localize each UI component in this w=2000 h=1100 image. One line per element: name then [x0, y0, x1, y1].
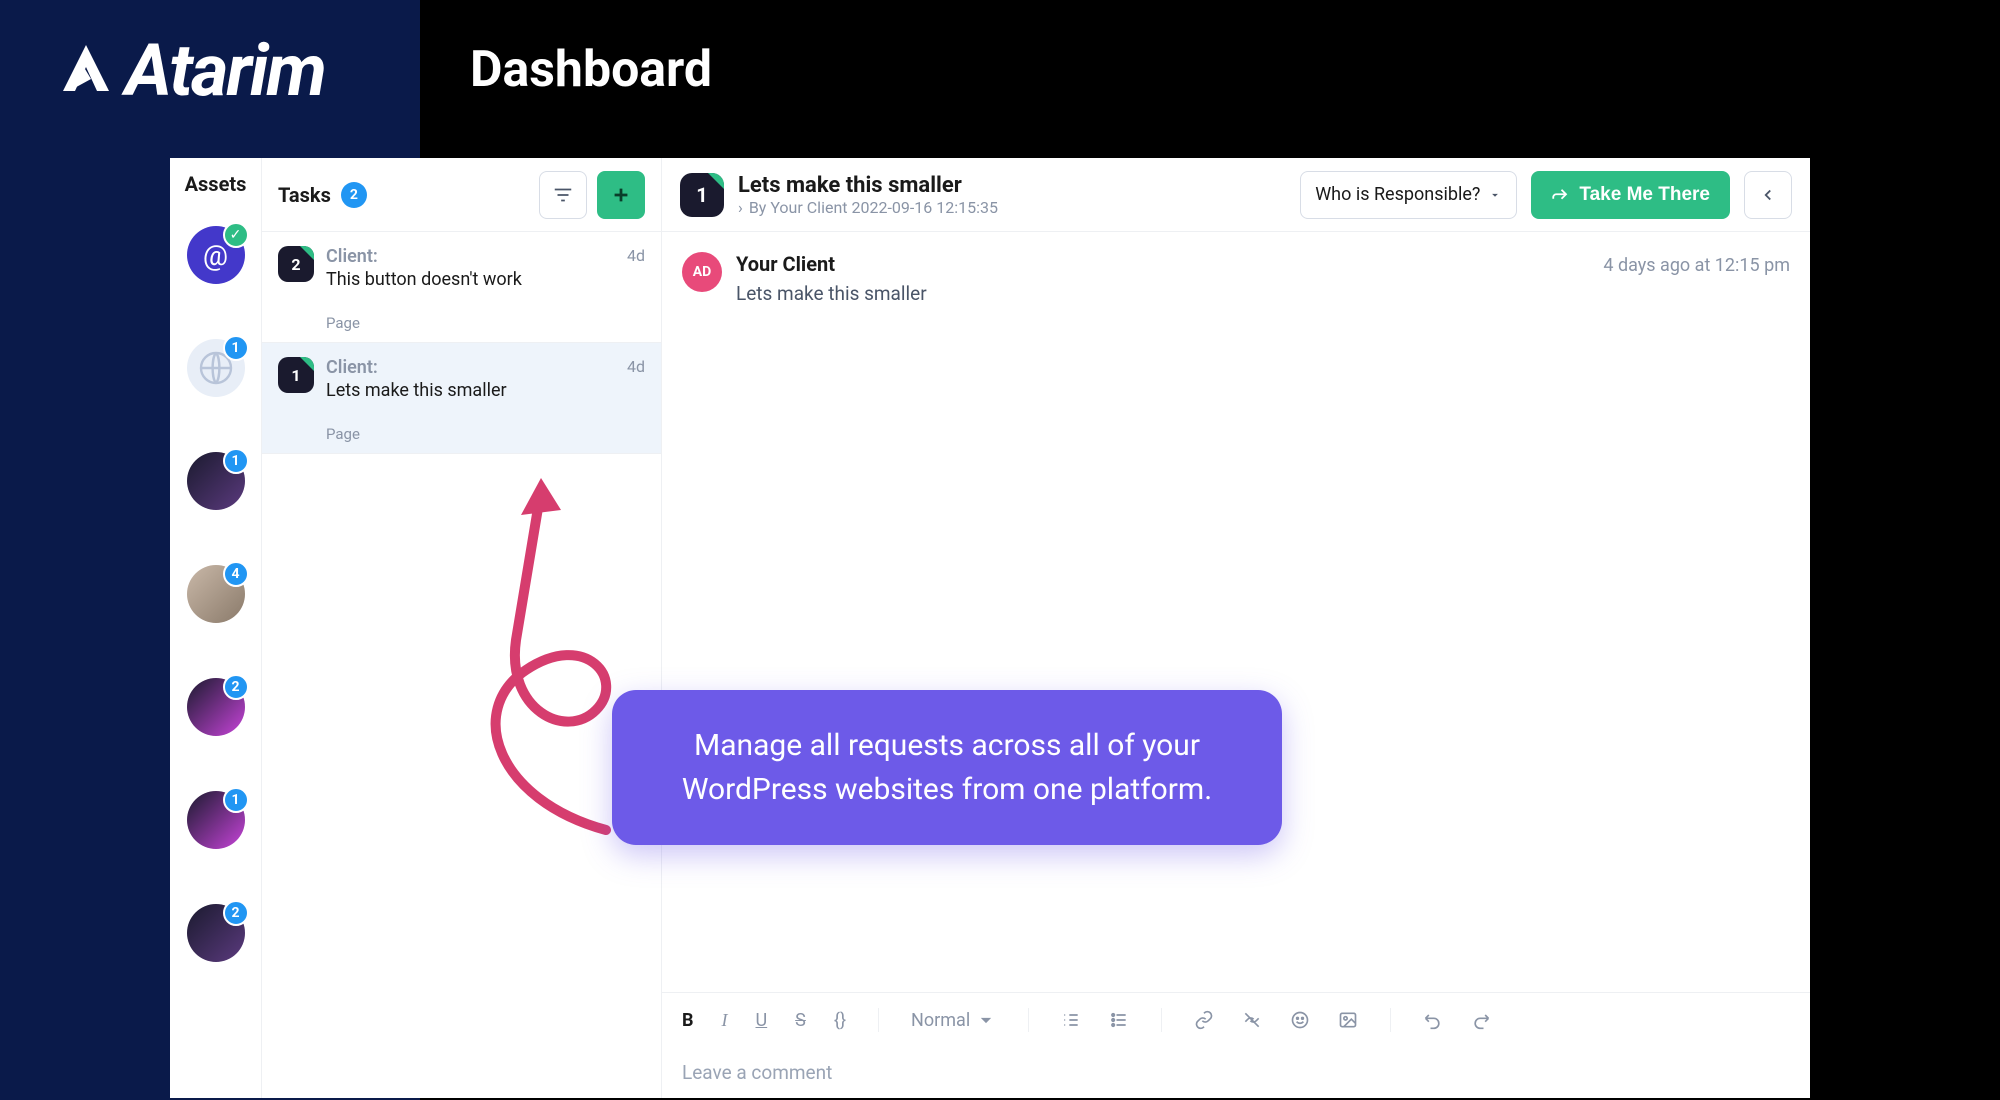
redirect-icon — [1551, 186, 1569, 204]
annotation-callout: Manage all requests across all of your W… — [612, 690, 1282, 845]
asset-item-4[interactable]: 2 — [187, 678, 245, 736]
asset-badge: 1 — [223, 335, 249, 361]
unordered-list-icon — [1109, 1010, 1129, 1030]
underline-button[interactable]: U — [756, 1010, 768, 1031]
assets-rail: Assets @ ✓ 1 1 4 2 1 2 — [170, 158, 262, 1098]
brand-name: Atarim — [125, 28, 325, 113]
detail-byline: › By Your Client 2022-09-16 12:15:35 — [738, 198, 998, 217]
comment-author: Your Client — [736, 252, 835, 276]
task-detail-pane: 1 Lets make this smaller › By Your Clien… — [662, 158, 1810, 1098]
comment-input[interactable]: Leave a comment — [662, 1047, 1810, 1098]
responsible-label: Who is Responsible? — [1315, 184, 1480, 205]
asset-item-0[interactable]: @ ✓ — [187, 226, 245, 284]
editor-toolbar: B I U S {} Normal — [662, 993, 1810, 1047]
dashboard-panel: Assets @ ✓ 1 1 4 2 1 2 Tasks — [170, 158, 1810, 1098]
asset-badge: 2 — [223, 674, 249, 700]
font-label: Normal — [911, 1010, 970, 1031]
detail-byline-text: By Your Client 2022-09-16 12:15:35 — [749, 198, 998, 217]
callout-text: Manage all requests across all of your W… — [682, 728, 1212, 807]
plus-icon — [610, 184, 632, 206]
asset-badge: 1 — [223, 787, 249, 813]
emoji-icon — [1290, 1010, 1310, 1030]
task-item-1[interactable]: 1 Client: Lets make this smaller Page 4d — [262, 343, 661, 454]
asset-item-1[interactable]: 1 — [187, 339, 245, 397]
tasks-label: Tasks — [278, 183, 331, 207]
detail-title: Lets make this smaller — [738, 173, 998, 198]
detail-number-badge: 1 — [680, 173, 724, 217]
responsible-dropdown[interactable]: Who is Responsible? — [1300, 171, 1517, 219]
chevron-left-icon — [1759, 186, 1777, 204]
assets-header: Assets — [185, 172, 247, 196]
brand-logo: Atarim — [0, 0, 420, 140]
task-number-badge: 1 — [278, 357, 314, 393]
undo-button[interactable] — [1423, 1010, 1443, 1030]
task-page-label: Page — [326, 425, 645, 443]
tasks-header: Tasks 2 — [262, 158, 661, 232]
tasks-column: Tasks 2 2 Client: This button doesn't wo… — [262, 158, 662, 1098]
task-page-label: Page — [326, 314, 645, 332]
comment-timestamp: 4 days ago at 12:15 pm — [1603, 255, 1790, 276]
redo-button[interactable] — [1471, 1010, 1491, 1030]
asset-item-2[interactable]: 1 — [187, 452, 245, 510]
bold-button[interactable]: B — [682, 1010, 694, 1031]
unlink-button[interactable] — [1242, 1010, 1262, 1030]
avatar: AD — [682, 252, 722, 292]
link-button[interactable] — [1194, 1010, 1214, 1030]
task-client-label: Client: — [326, 357, 645, 378]
asset-badge: 2 — [223, 900, 249, 926]
comments-area: AD Your Client 4 days ago at 12:15 pm Le… — [662, 232, 1810, 992]
task-age: 4d — [627, 357, 645, 376]
filter-button[interactable] — [539, 171, 587, 219]
comment-text: Lets make this smaller — [736, 282, 1790, 305]
code-button[interactable]: {} — [834, 1010, 846, 1031]
emoji-button[interactable] — [1290, 1010, 1310, 1030]
ordered-list-button[interactable] — [1061, 1010, 1081, 1030]
italic-button[interactable]: I — [722, 1010, 728, 1031]
task-title: This button doesn't work — [326, 269, 645, 290]
asset-item-6[interactable]: 2 — [187, 904, 245, 962]
take-me-there-button[interactable]: Take Me There — [1531, 171, 1730, 219]
take-me-label: Take Me There — [1579, 184, 1710, 206]
comment-item: AD Your Client 4 days ago at 12:15 pm Le… — [682, 252, 1790, 305]
image-icon — [1338, 1010, 1358, 1030]
asset-badge: 4 — [223, 561, 249, 587]
detail-header: 1 Lets make this smaller › By Your Clien… — [662, 158, 1810, 232]
task-number-badge: 2 — [278, 246, 314, 282]
add-task-button[interactable] — [597, 171, 645, 219]
asset-item-3[interactable]: 4 — [187, 565, 245, 623]
brand-mark-icon — [55, 39, 117, 101]
asset-item-5[interactable]: 1 — [187, 791, 245, 849]
page-title: Dashboard — [470, 41, 712, 99]
asset-badge: 1 — [223, 448, 249, 474]
task-title: Lets make this smaller — [326, 380, 645, 401]
undo-icon — [1423, 1010, 1443, 1030]
unlink-icon — [1242, 1010, 1262, 1030]
task-item-0[interactable]: 2 Client: This button doesn't work Page … — [262, 232, 661, 343]
image-button[interactable] — [1338, 1010, 1358, 1030]
unordered-list-button[interactable] — [1109, 1010, 1129, 1030]
caret-down-icon — [1488, 188, 1502, 202]
back-button[interactable] — [1744, 171, 1792, 219]
link-icon — [1194, 1010, 1214, 1030]
task-age: 4d — [627, 246, 645, 265]
at-icon: @ — [203, 239, 228, 272]
check-icon: ✓ — [223, 222, 249, 248]
filter-icon — [552, 184, 574, 206]
caret-down-icon — [976, 1010, 996, 1030]
comment-editor: B I U S {} Normal — [662, 992, 1810, 1098]
redo-icon — [1471, 1010, 1491, 1030]
ordered-list-icon — [1061, 1010, 1081, 1030]
chevron-right-icon: › — [738, 198, 743, 217]
task-client-label: Client: — [326, 246, 645, 267]
font-dropdown[interactable]: Normal — [911, 1010, 996, 1031]
strikethrough-button[interactable]: S — [795, 1010, 806, 1031]
tasks-count-badge: 2 — [341, 182, 367, 208]
